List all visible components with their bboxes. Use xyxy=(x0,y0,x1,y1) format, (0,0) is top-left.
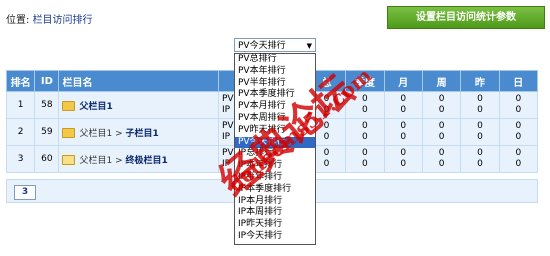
pv-value: 0 xyxy=(515,148,522,158)
pv-value: 0 xyxy=(400,148,407,158)
rank-cell: 1 xyxy=(5,91,36,119)
path-separator: > xyxy=(112,155,126,166)
header-channel-name: 栏目名 xyxy=(58,70,219,92)
pv-value: 0 xyxy=(477,94,483,104)
stat-cell: 00 xyxy=(421,118,462,146)
ip-value: 0 xyxy=(361,159,368,169)
ip-value: 0 xyxy=(438,132,445,142)
rank-type-select-value: PV今天排行 xyxy=(238,41,286,51)
chevron-down-icon[interactable]: ▼ xyxy=(307,39,312,53)
pv-value: 0 xyxy=(515,121,522,131)
pv-value: 0 xyxy=(477,148,483,158)
ip-value: 0 xyxy=(438,159,445,169)
folder-icon xyxy=(62,128,76,138)
stat-cell: 00 xyxy=(460,145,500,173)
ip-value: 0 xyxy=(477,105,483,115)
ip-value: 0 xyxy=(400,159,407,169)
parent-channel-link[interactable]: 父栏目1 xyxy=(79,129,112,139)
ip-value: 0 xyxy=(361,132,368,142)
location-breadcrumb: 位置: 栏目访问排行 xyxy=(6,11,93,26)
stat-cell: 00 xyxy=(498,118,539,146)
header-week: 周 xyxy=(421,70,462,92)
parent-channel-link[interactable]: 父栏目1 xyxy=(79,156,112,166)
location-label: 位置: xyxy=(6,15,30,26)
location-crumb[interactable]: 栏目访问排行 xyxy=(33,15,93,26)
dropdown-option[interactable]: PV总排行 xyxy=(235,54,315,66)
pv-value: 0 xyxy=(438,94,445,104)
pv-value: 0 xyxy=(361,121,368,131)
stat-cell: 00 xyxy=(498,145,539,173)
dropdown-option[interactable]: IP今天排行 xyxy=(235,231,315,243)
stat-cell: 00 xyxy=(460,91,500,119)
stat-cell: 00 xyxy=(345,118,385,146)
header-day: 日 xyxy=(498,70,539,92)
stat-cell: 00 xyxy=(498,91,539,119)
ip-value: 0 xyxy=(515,132,522,142)
rank-cell: 2 xyxy=(5,118,36,146)
dropdown-option[interactable]: IP昨天排行 xyxy=(235,219,315,231)
channel-name-cell: 父栏目1 > 终极栏目1 xyxy=(58,145,219,173)
stat-cell: 00 xyxy=(460,118,500,146)
channel-name-cell: 父栏目1 > 子栏目1 xyxy=(58,118,219,146)
pv-value: 0 xyxy=(438,148,445,158)
pv-value: 0 xyxy=(361,148,368,158)
channel-link[interactable]: 子栏目1 xyxy=(125,129,158,139)
ip-value: 0 xyxy=(438,105,445,115)
dropdown-option[interactable]: PV本年排行 xyxy=(235,66,315,78)
channel-link[interactable]: 终极栏目1 xyxy=(125,156,167,166)
path-separator: > xyxy=(112,128,126,139)
folder-icon xyxy=(62,101,76,111)
pv-value: 0 xyxy=(400,94,407,104)
dropdown-option[interactable]: IP本周排行 xyxy=(235,207,315,219)
stat-cell: 00 xyxy=(421,91,462,119)
pv-value: 0 xyxy=(477,121,483,131)
stat-cell: 00 xyxy=(383,145,423,173)
stat-cell: 00 xyxy=(383,118,423,146)
stat-cell: 00 xyxy=(345,145,385,173)
stat-cell: 00 xyxy=(421,145,462,173)
id-cell: 59 xyxy=(34,118,60,146)
ip-value: 0 xyxy=(477,159,483,169)
id-cell: 58 xyxy=(34,91,60,119)
channel-link[interactable]: 父栏目1 xyxy=(79,102,112,112)
ip-value: 0 xyxy=(477,132,483,142)
ip-value: 0 xyxy=(515,105,522,115)
pv-value: 0 xyxy=(515,94,522,104)
set-stats-params-button[interactable]: 设置栏目访问统计参数 xyxy=(387,6,545,29)
ip-value: 0 xyxy=(515,159,522,169)
pagination-page[interactable]: 3 xyxy=(14,185,36,200)
pv-value: 0 xyxy=(400,121,407,131)
header-yesterday: 昨 xyxy=(460,70,500,92)
rank-type-select[interactable]: PV今天排行 ▼ xyxy=(234,38,316,52)
ip-value: 0 xyxy=(400,132,407,142)
rank-cell: 3 xyxy=(5,145,36,173)
id-cell: 60 xyxy=(34,145,60,173)
folder-icon xyxy=(62,155,76,165)
header-id: ID xyxy=(34,70,60,92)
stat-cell: 00 xyxy=(383,91,423,119)
ip-value: 0 xyxy=(400,105,407,115)
pv-value: 0 xyxy=(438,121,445,131)
channel-name-cell: 父栏目1 xyxy=(58,91,219,119)
header-month: 月 xyxy=(383,70,423,92)
header-rank: 排名 xyxy=(5,70,36,92)
